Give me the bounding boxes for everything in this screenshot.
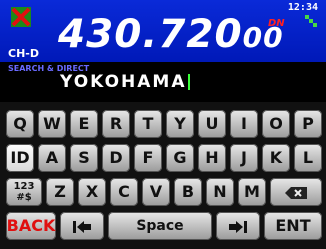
radio-screen: 12:34 430.72000 DN CH-D SEARCH & DIRECT …: [0, 0, 326, 249]
text-caret: [188, 74, 191, 90]
cursor-right-icon: [229, 220, 247, 233]
backspace-key[interactable]: [270, 178, 322, 206]
key-c[interactable]: C: [110, 178, 138, 206]
brand-logo-icon: [11, 7, 31, 27]
key-b[interactable]: B: [174, 178, 202, 206]
key-r[interactable]: R: [102, 110, 130, 138]
search-input-value: YOKOHAMA: [60, 72, 187, 92]
back-button[interactable]: BACK: [6, 212, 56, 240]
key-g[interactable]: G: [166, 144, 194, 172]
id-key[interactable]: ID: [6, 144, 34, 172]
key-t[interactable]: T: [134, 110, 162, 138]
space-button[interactable]: Space: [108, 212, 212, 240]
key-a[interactable]: A: [38, 144, 66, 172]
backspace-icon: [285, 186, 307, 199]
clock: 12:34: [287, 2, 318, 13]
keyboard: Q W E R T Y U I O P ID A S D F G H J K L…: [0, 102, 326, 249]
key-d[interactable]: D: [102, 144, 130, 172]
enter-button[interactable]: ENT: [264, 212, 322, 240]
key-y[interactable]: Y: [166, 110, 194, 138]
cursor-left-icon: [73, 220, 91, 233]
key-m[interactable]: M: [238, 178, 266, 206]
key-q[interactable]: Q: [6, 110, 34, 138]
key-n[interactable]: N: [206, 178, 234, 206]
key-e[interactable]: E: [70, 110, 98, 138]
search-input[interactable]: YOKOHAMA: [60, 72, 191, 92]
frequency-display: 430.72000: [58, 12, 284, 57]
key-j[interactable]: J: [230, 144, 258, 172]
key-v[interactable]: V: [142, 178, 170, 206]
key-u[interactable]: U: [198, 110, 226, 138]
key-h[interactable]: H: [198, 144, 226, 172]
key-l[interactable]: L: [294, 144, 322, 172]
key-p[interactable]: P: [294, 110, 322, 138]
key-w[interactable]: W: [38, 110, 66, 138]
cursor-right-button[interactable]: [216, 212, 260, 240]
dn-mode-badge: DN: [268, 18, 285, 29]
key-s[interactable]: S: [70, 144, 98, 172]
channel-mode-label: CH-D: [8, 47, 39, 60]
key-x[interactable]: X: [78, 178, 106, 206]
key-i[interactable]: I: [230, 110, 258, 138]
frequency-main: 430.720: [58, 12, 243, 57]
frequency-bar: 12:34 430.72000 DN CH-D: [0, 0, 326, 62]
key-k[interactable]: K: [262, 144, 290, 172]
symbol-toggle-key[interactable]: 123 #$: [6, 178, 42, 206]
gps-satellite-icon: [305, 15, 317, 27]
key-f[interactable]: F: [134, 144, 162, 172]
cursor-left-button[interactable]: [60, 212, 104, 240]
key-o[interactable]: O: [262, 110, 290, 138]
key-z[interactable]: Z: [46, 178, 74, 206]
